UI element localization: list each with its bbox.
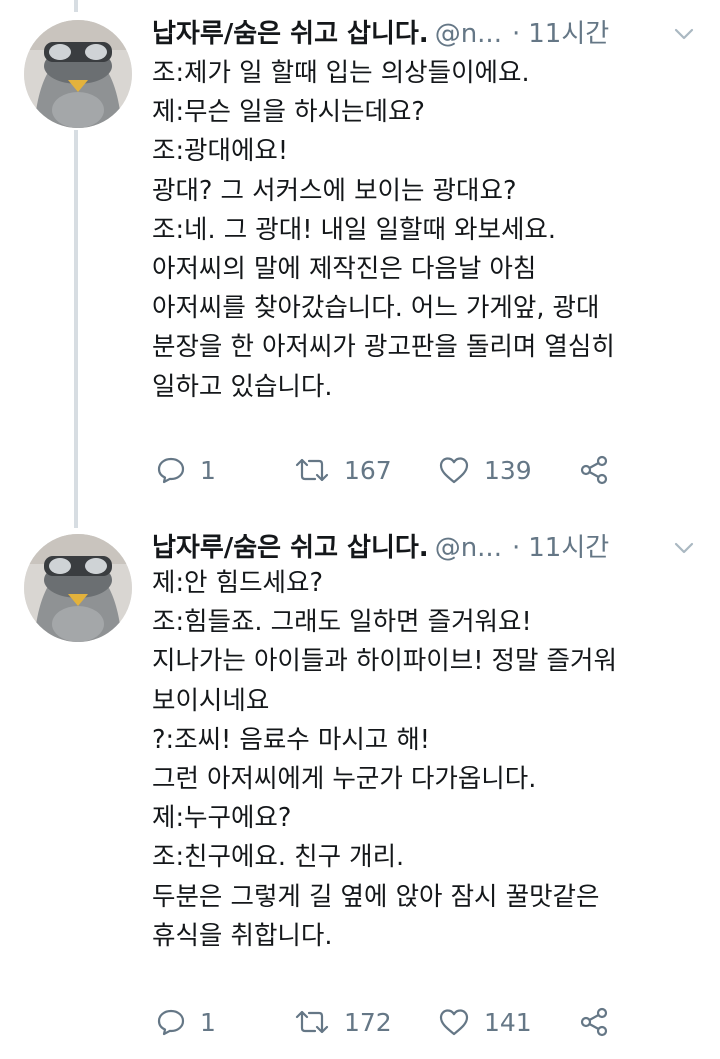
reply-count: 1 bbox=[200, 1007, 216, 1037]
tweet-text-line: 조:네. 그 광대! 내일 일할때 와보세요. bbox=[152, 214, 556, 245]
reply-count: 1 bbox=[200, 455, 216, 485]
tweet-text-line: 두분은 그렇게 길 옆에 앉아 잠시 꿀맛같은 bbox=[152, 881, 600, 912]
retweet-button[interactable]: 172 bbox=[294, 1002, 392, 1042]
tweet-header: 납자루/숨은 쉬고 삽니다. @n... · 11시간 bbox=[152, 528, 609, 568]
timestamp[interactable]: 11시간 bbox=[528, 19, 609, 49]
tweet-text-line: 아저씨의 말에 제작진은 다음날 아침 bbox=[152, 254, 537, 285]
tweet-text-line: 그런 아저씨에게 누군가 다가옵니다. bbox=[152, 764, 537, 795]
tweet-text-line: 조:광대에요! bbox=[152, 136, 289, 167]
share-icon bbox=[580, 1007, 608, 1037]
tweet-text-line: 아저씨를 찾아갔습니다. 어느 가게앞, 광대 bbox=[152, 293, 600, 324]
separator-dot: · bbox=[511, 19, 521, 49]
display-name[interactable]: 납자루/숨은 쉬고 삽니다. bbox=[152, 533, 429, 563]
reply-button[interactable]: 1 bbox=[156, 1002, 216, 1042]
tweet-text: 조:제가 일 할때 입는 의상들이에요. 제:무슨 일을 하시는데요? 조:광대… bbox=[152, 54, 700, 407]
tweet-text-line: 보이시네요 bbox=[152, 685, 270, 716]
separator-dot: · bbox=[511, 533, 521, 563]
user-handle[interactable]: @n... bbox=[435, 533, 502, 563]
reply-button[interactable]: 1 bbox=[156, 450, 216, 490]
heart-icon bbox=[439, 1009, 469, 1036]
tweet-text-line: 일하고 있습니다. bbox=[152, 371, 333, 402]
tweet-text-line: 제:누구에요? bbox=[152, 803, 292, 834]
chevron-down-icon[interactable] bbox=[672, 22, 696, 46]
tweet-text-line: 제:안 힘드세요? bbox=[152, 568, 323, 598]
avatar-image bbox=[24, 534, 132, 642]
display-name[interactable]: 납자루/숨은 쉬고 삽니다. bbox=[152, 19, 429, 49]
like-button[interactable]: 139 bbox=[438, 450, 532, 490]
user-handle[interactable]: @n... bbox=[435, 19, 502, 49]
tweet-header: 납자루/숨은 쉬고 삽니다. @n... · 11시간 bbox=[152, 14, 609, 54]
like-button[interactable]: 141 bbox=[438, 1002, 532, 1042]
tweet-actions: 1 172 141 bbox=[150, 1002, 650, 1042]
tweet-text-line: 휴식을 취합니다. bbox=[152, 920, 333, 951]
tweet-text-line: 지나가는 아이들과 하이파이브! 정말 즐거워 bbox=[152, 646, 617, 677]
tweet-actions: 1 167 139 bbox=[150, 450, 650, 490]
like-count: 141 bbox=[484, 1007, 532, 1037]
like-count: 139 bbox=[484, 455, 532, 485]
tweet-text: 제:안 힘드세요? 조:힘들죠. 그래도 일하면 즐거워요! 지나가는 아이들과… bbox=[152, 564, 700, 956]
share-icon bbox=[580, 455, 608, 485]
avatar[interactable] bbox=[24, 20, 132, 128]
tweet-text-line: 제:무슨 일을 하시는데요? bbox=[152, 97, 425, 128]
avatar[interactable] bbox=[24, 534, 132, 642]
retweet-icon bbox=[295, 458, 329, 482]
reply-icon bbox=[157, 457, 185, 484]
timestamp[interactable]: 11시간 bbox=[528, 533, 609, 563]
share-button[interactable] bbox=[578, 1002, 610, 1042]
chevron-down-icon[interactable] bbox=[672, 536, 696, 560]
tweet-text-line: 조:힘들죠. 그래도 일하면 즐거워요! bbox=[152, 607, 532, 638]
reply-icon bbox=[157, 1009, 185, 1036]
retweet-icon bbox=[295, 1010, 329, 1034]
retweet-count: 172 bbox=[344, 1007, 392, 1037]
tweet-text-line: 분장을 한 아저씨가 광고판을 돌리며 열심히 bbox=[152, 332, 615, 363]
avatar-image bbox=[24, 20, 132, 128]
retweet-button[interactable]: 167 bbox=[294, 450, 392, 490]
heart-icon bbox=[439, 457, 469, 484]
tweet-text-line: 광대? 그 서커스에 보이는 광대요? bbox=[152, 175, 517, 206]
share-button[interactable] bbox=[578, 450, 610, 490]
tweet-text-line: 조:친구에요. 친구 개리. bbox=[152, 842, 405, 873]
tweet-text-line: ?:조씨! 음료수 마시고 해! bbox=[152, 724, 431, 755]
tweet[interactable]: 납자루/숨은 쉬고 삽니다. @n... · 11시간 제:안 힘드세요? 조:힘들죠… bbox=[0, 520, 720, 1059]
retweet-count: 167 bbox=[344, 455, 392, 485]
tweet[interactable]: 납자루/숨은 쉬고 삽니다. @n... · 11시간 조:제가 일 할때 입는 의상… bbox=[0, 0, 720, 520]
tweet-text-line: 조:제가 일 할때 입는 의상들이에요. bbox=[152, 58, 530, 88]
